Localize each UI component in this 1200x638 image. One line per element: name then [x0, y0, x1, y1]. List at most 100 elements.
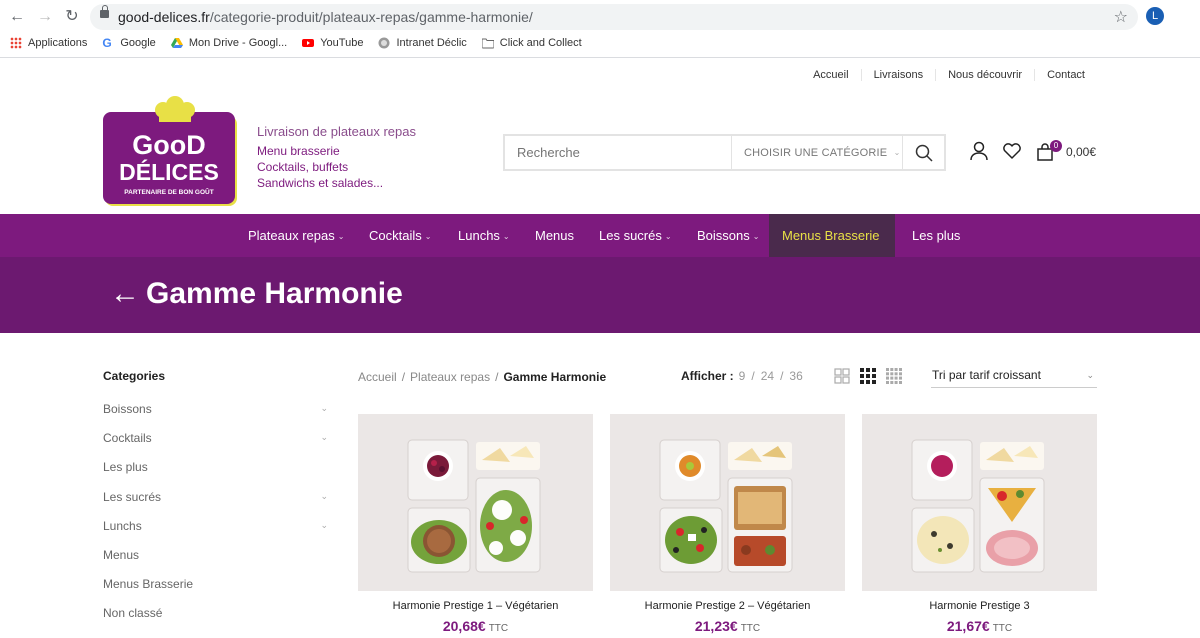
nav-menus[interactable]: Menus — [535, 214, 574, 257]
toplink-contact[interactable]: Contact — [1034, 69, 1097, 81]
sidebar-title: Categories — [103, 369, 166, 383]
forward-icon[interactable]: → — [34, 6, 56, 28]
product-price: 21,67€ TTC — [946, 618, 1013, 634]
top-links: Accueil Livraisons Nous découvrir Contac… — [801, 69, 1097, 81]
bookmark-intranet[interactable]: Intranet Déclic — [378, 35, 467, 51]
chevron-down-icon: ⌄ — [664, 232, 672, 241]
product-price: 21,23€ TTC — [694, 618, 761, 634]
grid-3-icon[interactable] — [860, 368, 876, 384]
bookmark-google[interactable]: G Google — [102, 35, 155, 51]
product-name[interactable]: Harmonie Prestige 3 — [862, 600, 1097, 612]
chevron-down-icon[interactable]: ⌄ — [320, 490, 328, 502]
logo-text-tagline: PARTENAIRE DE BON GOÛT — [124, 187, 213, 196]
chevron-down-icon: ⌄ — [1086, 370, 1094, 380]
per-page-selector: Afficher :9/24/36 — [681, 369, 803, 383]
reload-icon[interactable]: ↻ — [61, 6, 83, 28]
product-card[interactable]: Harmonie Prestige 3 21,67€ TTC — [862, 414, 1097, 636]
per-page-option[interactable]: 36 — [789, 369, 802, 383]
chevron-down-icon: ⌄ — [502, 232, 510, 241]
nav-les-plus[interactable]: Les plus — [912, 214, 960, 257]
category-item-menus[interactable]: Menus — [103, 548, 328, 577]
per-page-option[interactable]: 24 — [761, 369, 774, 383]
toplink-accueil[interactable]: Accueil — [801, 69, 860, 81]
nav-plateaux-repas[interactable]: Plateaux repas ⌄ — [248, 214, 344, 257]
chevron-down-icon: ⌄ — [752, 232, 760, 241]
page-title: Gamme Harmonie — [146, 277, 403, 310]
toplink-nous-decouvrir[interactable]: Nous découvrir — [935, 69, 1034, 81]
chevron-down-icon[interactable]: ⌄ — [320, 431, 328, 443]
product-name[interactable]: Harmonie Prestige 2 – Végétarien — [610, 600, 845, 612]
back-arrow-icon[interactable]: ← — [110, 276, 140, 312]
back-icon[interactable]: ← — [6, 6, 28, 28]
tagline-line[interactable]: Menu brasserie — [257, 143, 416, 159]
bookmark-star-icon[interactable]: ☆ — [1114, 7, 1128, 27]
account-icon[interactable] — [969, 140, 989, 162]
product-card[interactable]: Harmonie Prestige 1 – Végétarien 20,68€ T… — [358, 414, 593, 636]
nav-boissons[interactable]: Boissons ⌄ — [697, 214, 759, 257]
lock-icon — [100, 5, 109, 18]
chevron-down-icon: ⌄ — [893, 148, 901, 157]
globe-icon — [378, 37, 390, 49]
search-button[interactable] — [902, 136, 944, 169]
category-item-non-classe[interactable]: Non classé — [103, 606, 328, 635]
product-card[interactable]: Harmonie Prestige 2 – Végétarien 21,23€ T… — [610, 414, 845, 636]
category-select[interactable]: Choisir une catégorie ⌄ — [731, 136, 902, 169]
category-list: Boissons ⌄ Cocktails ⌄ Les plus Les sucrés… — [103, 402, 328, 636]
bookmark-applications[interactable]: Applications — [10, 35, 87, 51]
breadcrumb-current: Gamme Harmonie — [503, 370, 607, 384]
nav-cocktails[interactable]: Cocktails ⌄ — [369, 214, 431, 257]
product-image[interactable] — [610, 414, 845, 591]
address-bar[interactable]: good-delices.fr/categorie-produit/platea… — [90, 4, 1138, 30]
chevron-down-icon[interactable]: ⌄ — [320, 519, 328, 531]
meal-tray-image — [659, 439, 793, 573]
search-icon — [915, 144, 933, 162]
sort-select[interactable]: Tri par tarif croissant ⌄ — [931, 362, 1097, 388]
drive-icon — [170, 38, 183, 48]
chevron-down-icon: ⌄ — [424, 232, 432, 241]
grid-4-icon[interactable] — [886, 368, 902, 384]
tagline-line[interactable]: Sandwichs et salades... — [257, 175, 416, 191]
bookmark-click-collect[interactable]: Click and Collect — [481, 35, 582, 51]
category-item-boissons[interactable]: Boissons ⌄ — [103, 402, 328, 431]
bookmark-drive[interactable]: Mon Drive - Googl... — [170, 35, 287, 51]
bookmark-youtube[interactable]: YouTube — [302, 35, 363, 51]
tagline-title: Livraison de plateaux repas — [257, 124, 416, 139]
product-name[interactable]: Harmonie Prestige 1 – Végétarien — [358, 600, 593, 612]
search-input[interactable] — [505, 136, 731, 169]
tagline-line[interactable]: Cocktails, buffets — [257, 159, 416, 175]
meal-tray-image — [407, 439, 541, 573]
product-image[interactable] — [358, 414, 593, 591]
google-icon: G — [102, 36, 112, 50]
nav-lunchs[interactable]: Lunchs ⌄ — [458, 214, 510, 257]
cart-total[interactable]: 0,00€ — [1066, 145, 1096, 159]
chevron-down-icon[interactable]: ⌄ — [320, 402, 328, 414]
profile-avatar[interactable]: L — [1146, 7, 1164, 25]
meal-tray-image — [911, 439, 1045, 573]
site-logo[interactable]: GooD DÉLICES PARTENAIRE DE BON GOÛT — [103, 96, 241, 208]
grid-2-icon[interactable] — [834, 368, 850, 384]
breadcrumb-parent[interactable]: Plateaux repas — [410, 370, 490, 384]
cart-count-badge: 0 — [1050, 140, 1062, 152]
logo-text-good: GooD — [132, 130, 206, 160]
product-price: 20,68€ TTC — [442, 618, 509, 634]
apps-grid-icon — [10, 37, 22, 49]
youtube-icon — [302, 39, 315, 47]
header-tagline: Livraison de plateaux repas Menu brasser… — [257, 124, 416, 191]
category-item-menus-brasserie[interactable]: Menus Brasserie — [103, 577, 328, 606]
category-item-lunchs[interactable]: Lunchs ⌄ — [103, 519, 328, 548]
breadcrumb: Accueil / Plateaux repas / Gamme Harmonie — [358, 370, 607, 384]
product-image[interactable] — [862, 414, 1097, 591]
browser-chrome: ← → ↻ good-delices.fr/categorie-produit/… — [0, 0, 1200, 58]
wishlist-heart-icon[interactable] — [1002, 142, 1022, 160]
category-item-les-plus[interactable]: Les plus — [103, 460, 328, 489]
nav-les-sucres[interactable]: Les sucrés ⌄ — [599, 214, 672, 257]
breadcrumb-home[interactable]: Accueil — [358, 370, 397, 384]
toplink-livraisons[interactable]: Livraisons — [860, 69, 936, 81]
category-item-cocktails[interactable]: Cocktails ⌄ — [103, 431, 328, 460]
bookmarks-bar: Applications G Google Mon Drive - Googl.… — [10, 35, 597, 51]
per-page-option[interactable]: 9 — [739, 369, 746, 383]
category-item-les-sucres[interactable]: Les sucrés ⌄ — [103, 490, 328, 519]
nav-menus-brasserie[interactable]: Menus Brasserie — [769, 214, 895, 257]
folder-icon — [481, 38, 494, 49]
logo-text-delices: DÉLICES — [119, 158, 219, 185]
